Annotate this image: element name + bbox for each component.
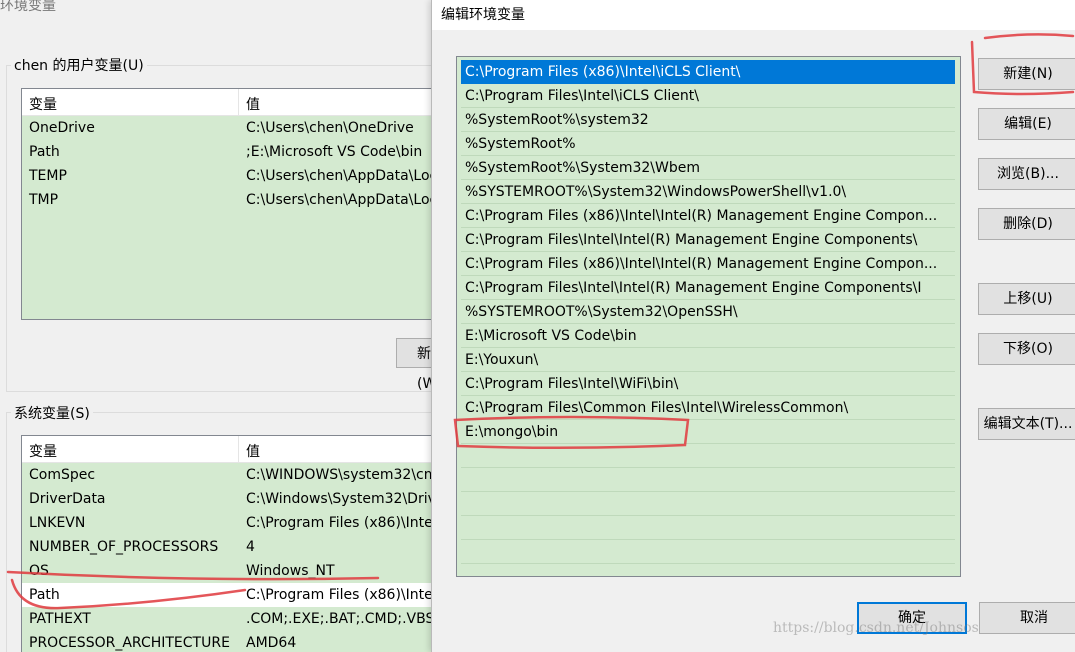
user-variables-label: chen 的用户变量(U) [11, 55, 147, 75]
dialog-title: 编辑环境变量 [441, 7, 525, 23]
table-row[interactable]: Path C:\Program Files (x86)\Intel\iCLS C… [22, 583, 432, 607]
table-row[interactable]: TMP C:\Users\chen\AppData\Local [22, 188, 432, 212]
table-row[interactable]: Path ;E:\Microsoft VS Code\bin [22, 140, 432, 164]
new-button[interactable]: 新建(N) [978, 58, 1075, 90]
variable-value: C:\Program Files (x86)\Internet Explorer [246, 515, 432, 531]
path-item[interactable]: C:\Program Files\Common Files\Intel\Wire… [461, 396, 955, 420]
variable-value: C:\Program Files (x86)\Intel\iCLS Client [246, 587, 432, 603]
path-item[interactable]: C:\Program Files\Intel\WiFi\bin\ [461, 372, 955, 396]
variable-value: C:\Windows\System32\Drivers\DriverData [246, 491, 432, 507]
delete-button[interactable]: 删除(D) [978, 208, 1075, 240]
table-row[interactable]: LNKEVN C:\Program Files (x86)\Internet E… [22, 511, 432, 535]
variable-value: 4 [246, 539, 255, 555]
path-item[interactable]: C:\Program Files (x86)\Intel\Intel(R) Ma… [461, 204, 955, 228]
empty-row [461, 492, 955, 516]
variable-name: TEMP [29, 168, 67, 184]
user-variables-table[interactable]: 变量 值 OneDrive C:\Users\chen\OneDrive Pat… [21, 88, 432, 320]
empty-row [461, 468, 955, 492]
table-row[interactable]: NUMBER_OF_PROCESSORS 4 [22, 535, 432, 559]
title-bar[interactable]: 编辑环境变量 [432, 0, 1075, 30]
path-item[interactable]: %SystemRoot%\system32 [461, 108, 955, 132]
variable-name: LNKEVN [29, 515, 86, 531]
path-item[interactable]: C:\Program Files (x86)\Intel\iCLS Client… [461, 60, 955, 84]
variable-value: .COM;.EXE;.BAT;.CMD;.VBS [246, 611, 432, 627]
path-list[interactable]: C:\Program Files (x86)\Intel\iCLS Client… [456, 56, 961, 577]
table-empty-area [22, 212, 432, 319]
path-item[interactable]: C:\Program Files\Intel\Intel(R) Manageme… [461, 228, 955, 252]
table-row[interactable]: PATHEXT .COM;.EXE;.BAT;.CMD;.VBS [22, 607, 432, 631]
variable-name: DriverData [29, 491, 106, 507]
browse-button[interactable]: 浏览(B)... [978, 158, 1075, 190]
variable-value: C:\Users\chen\OneDrive [246, 120, 414, 136]
environment-variables-dialog: 环境变量 chen 的用户变量(U) 变量 值 OneDrive C:\User… [0, 0, 432, 652]
path-item[interactable]: E:\Microsoft VS Code\bin [461, 324, 955, 348]
variable-name: TMP [29, 192, 59, 208]
column-header-value[interactable]: 值 [246, 94, 260, 114]
path-item[interactable]: %SystemRoot% [461, 132, 955, 156]
variable-name: PATHEXT [29, 611, 91, 627]
edit-environment-variable-dialog: 编辑环境变量 C:\Program Files (x86)\Intel\iCLS… [431, 0, 1075, 652]
cancel-button[interactable]: 取消 [979, 602, 1075, 634]
variable-name: OneDrive [29, 120, 95, 136]
variable-name: ComSpec [29, 467, 96, 483]
variable-name: Path [29, 144, 60, 160]
column-header-name[interactable]: 变量 [29, 94, 57, 114]
variable-value: AMD64 [246, 635, 297, 651]
column-header-name[interactable]: 变量 [29, 441, 57, 461]
table-header: 变量 值 [22, 436, 432, 463]
variable-name: PROCESSOR_ARCHITECTURE [29, 635, 230, 651]
variable-value: Windows_NT [246, 563, 335, 579]
user-new-button[interactable]: 新建(W)... [396, 338, 432, 392]
dialog-title: 环境变量 [0, 0, 56, 14]
table-row[interactable]: OneDrive C:\Users\chen\OneDrive [22, 116, 432, 140]
path-item[interactable]: %SYSTEMROOT%\System32\OpenSSH\ [461, 300, 955, 324]
empty-row [461, 516, 955, 540]
path-item[interactable]: E:\Youxun\ [461, 348, 955, 372]
path-item[interactable]: C:\Program Files (x86)\Intel\Intel(R) Ma… [461, 252, 955, 276]
variable-value: C:\WINDOWS\system32\cmd.exe [246, 467, 432, 483]
edit-button[interactable]: 编辑(E) [978, 108, 1075, 140]
path-item[interactable]: %SYSTEMROOT%\System32\WindowsPowerShell\… [461, 180, 955, 204]
move-up-button[interactable]: 上移(U) [978, 283, 1075, 315]
variable-name: Path [29, 587, 60, 603]
variable-name: NUMBER_OF_PROCESSORS [29, 539, 219, 555]
move-down-button[interactable]: 下移(O) [978, 333, 1075, 365]
table-row[interactable]: DriverData C:\Windows\System32\Drivers\D… [22, 487, 432, 511]
variable-value: ;E:\Microsoft VS Code\bin [246, 144, 423, 160]
column-header-value[interactable]: 值 [246, 441, 260, 461]
table-header: 变量 值 [22, 89, 432, 116]
variable-name: OS [29, 563, 49, 579]
edit-text-button[interactable]: 编辑文本(T)... [978, 408, 1075, 440]
table-row[interactable]: OS Windows_NT [22, 559, 432, 583]
variable-value: C:\Users\chen\AppData\Local [246, 168, 432, 184]
variable-value: C:\Users\chen\AppData\Local [246, 192, 432, 208]
path-item[interactable]: %SystemRoot%\System32\Wbem [461, 156, 955, 180]
watermark: https://blog.csdn.net/Johnsos [773, 620, 979, 636]
empty-row [461, 540, 955, 564]
path-item-new-entry[interactable]: E:\mongo\bin [461, 420, 955, 444]
table-row[interactable]: PROCESSOR_ARCHITECTURE AMD64 [22, 631, 432, 652]
system-variables-table[interactable]: 变量 值 ComSpec C:\WINDOWS\system32\cmd.exe… [21, 435, 432, 652]
system-variables-label: 系统变量(S) [11, 403, 93, 423]
table-row[interactable]: TEMP C:\Users\chen\AppData\Local [22, 164, 432, 188]
table-row[interactable]: ComSpec C:\WINDOWS\system32\cmd.exe [22, 463, 432, 487]
empty-row [461, 444, 955, 468]
path-item[interactable]: C:\Program Files\Intel\Intel(R) Manageme… [461, 276, 955, 300]
path-item[interactable]: C:\Program Files\Intel\iCLS Client\ [461, 84, 955, 108]
